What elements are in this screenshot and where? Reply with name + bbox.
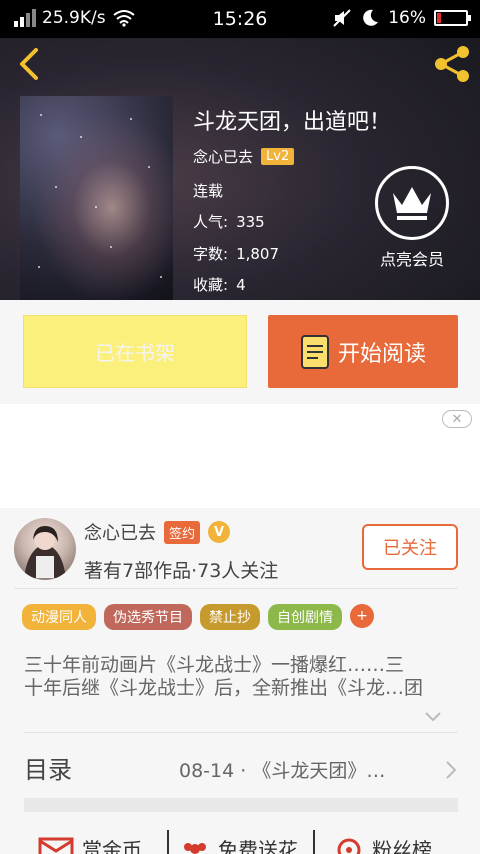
start-reading-label: 开始阅读 — [337, 341, 426, 367]
avatar[interactable] — [14, 518, 76, 580]
tag[interactable]: 动漫同人 — [22, 604, 96, 630]
free-flowers-label: 免费送花 — [218, 838, 298, 854]
tag[interactable]: 伪选秀节目 — [104, 604, 192, 630]
favorites-stat: 收藏: 4 — [193, 274, 246, 295]
share-icon — [435, 46, 469, 82]
verified-icon: V — [208, 521, 231, 543]
book-icon — [300, 334, 329, 369]
book-title: 斗龙天团，出道吧！ — [193, 110, 392, 135]
word-count-value: 1,807 — [236, 245, 280, 263]
envelope-icon — [38, 837, 74, 854]
divider — [14, 588, 458, 589]
ad-banner[interactable]: ✕ — [0, 404, 480, 508]
table-of-contents-row[interactable]: 目录 08-14 · 《斗龙天团》… — [24, 748, 458, 798]
crown-icon — [375, 166, 449, 240]
favorites-label: 收藏: — [193, 276, 229, 294]
latest-chapter: 08-14 · 《斗龙天团》… — [179, 760, 386, 782]
book-cover — [20, 96, 173, 300]
action-bar: 已在书架 开始阅读 — [0, 300, 480, 404]
flower-icon — [184, 842, 206, 854]
serial-status: 连载 — [193, 182, 224, 200]
reward-coins-label: 赏金币 — [82, 838, 142, 854]
reward-coins-button[interactable]: 赏金币 — [38, 834, 142, 854]
moon-icon — [363, 9, 379, 26]
vip-button[interactable]: 点亮会员 — [374, 166, 450, 270]
author-card: 念心已去 签约 V 著有7部作品·73人关注 已关注 动漫同人 伪选秀节目 禁止… — [0, 508, 480, 854]
toc-title: 目录 — [24, 756, 72, 784]
author-name-row: 念心已去 签约 V — [84, 519, 231, 545]
author-name[interactable]: 念心已去 — [84, 519, 156, 545]
signed-badge: 签约 — [164, 520, 201, 544]
favorites-value: 4 — [236, 276, 246, 294]
chevron-down-icon[interactable] — [424, 710, 442, 724]
tag-list: 动漫同人 伪选秀节目 禁止抄 自创剧情 + — [22, 604, 374, 630]
book-header: 斗龙天团，出道吧！ 念心已去 Lv2 连载 人气: 335 字数: 1,807 收藏… — [0, 0, 480, 300]
intro-line: 十年后继《斗龙战士》后，全新推出《斗龙…团 — [24, 677, 424, 699]
share-button[interactable] — [430, 44, 474, 84]
vip-label: 点亮会员 — [379, 250, 444, 269]
free-flowers-button[interactable]: 免费送花 — [180, 834, 298, 854]
back-button[interactable] — [12, 44, 48, 84]
word-count-stat: 字数: 1,807 — [193, 243, 279, 264]
level-badge: Lv2 — [261, 148, 295, 165]
word-count-label: 字数: — [193, 245, 229, 263]
add-tag-button[interactable]: + — [350, 604, 374, 628]
battery-percent: 16% — [388, 8, 426, 28]
tag[interactable]: 禁止抄 — [200, 604, 260, 630]
divider — [24, 732, 458, 733]
mute-icon — [333, 9, 351, 27]
section-separator — [24, 798, 458, 812]
book-author[interactable]: 念心已去 — [193, 146, 253, 167]
medal-icon — [337, 838, 361, 854]
following-button[interactable]: 已关注 — [362, 524, 458, 570]
battery-icon — [434, 10, 471, 26]
intro-line: 三十年前动画片《斗龙战士》一播爆红……三 — [24, 654, 405, 676]
book-intro[interactable]: 三十年前动画片《斗龙战士》一播爆红……三 十年后继《斗龙战士》后，全新推出《斗龙… — [24, 654, 458, 700]
bottom-action-row: 赏金币 免费送花 粉丝榜 — [0, 830, 480, 854]
book-author-line: 念心已去 Lv2 — [193, 146, 295, 167]
popularity-stat: 人气: 335 — [193, 211, 265, 232]
popularity-value: 335 — [236, 213, 265, 231]
divider — [167, 830, 169, 854]
tag[interactable]: 自创剧情 — [268, 604, 342, 630]
close-icon[interactable]: ✕ — [442, 410, 472, 428]
avatar-portrait — [24, 526, 66, 578]
back-arrow-icon — [20, 48, 38, 80]
divider — [313, 830, 315, 854]
in-shelf-button[interactable]: 已在书架 — [23, 315, 247, 388]
author-stats: 著有7部作品·73人关注 — [84, 560, 279, 582]
fans-ranking-label: 粉丝榜 — [372, 838, 432, 854]
popularity-label: 人气: — [193, 213, 229, 231]
chevron-right-icon — [446, 761, 457, 779]
status-bar: 25.9K/s 15:26 16% — [0, 0, 480, 38]
start-reading-button[interactable]: 开始阅读 — [268, 315, 458, 388]
fans-ranking-button[interactable]: 粉丝榜 — [334, 834, 432, 854]
